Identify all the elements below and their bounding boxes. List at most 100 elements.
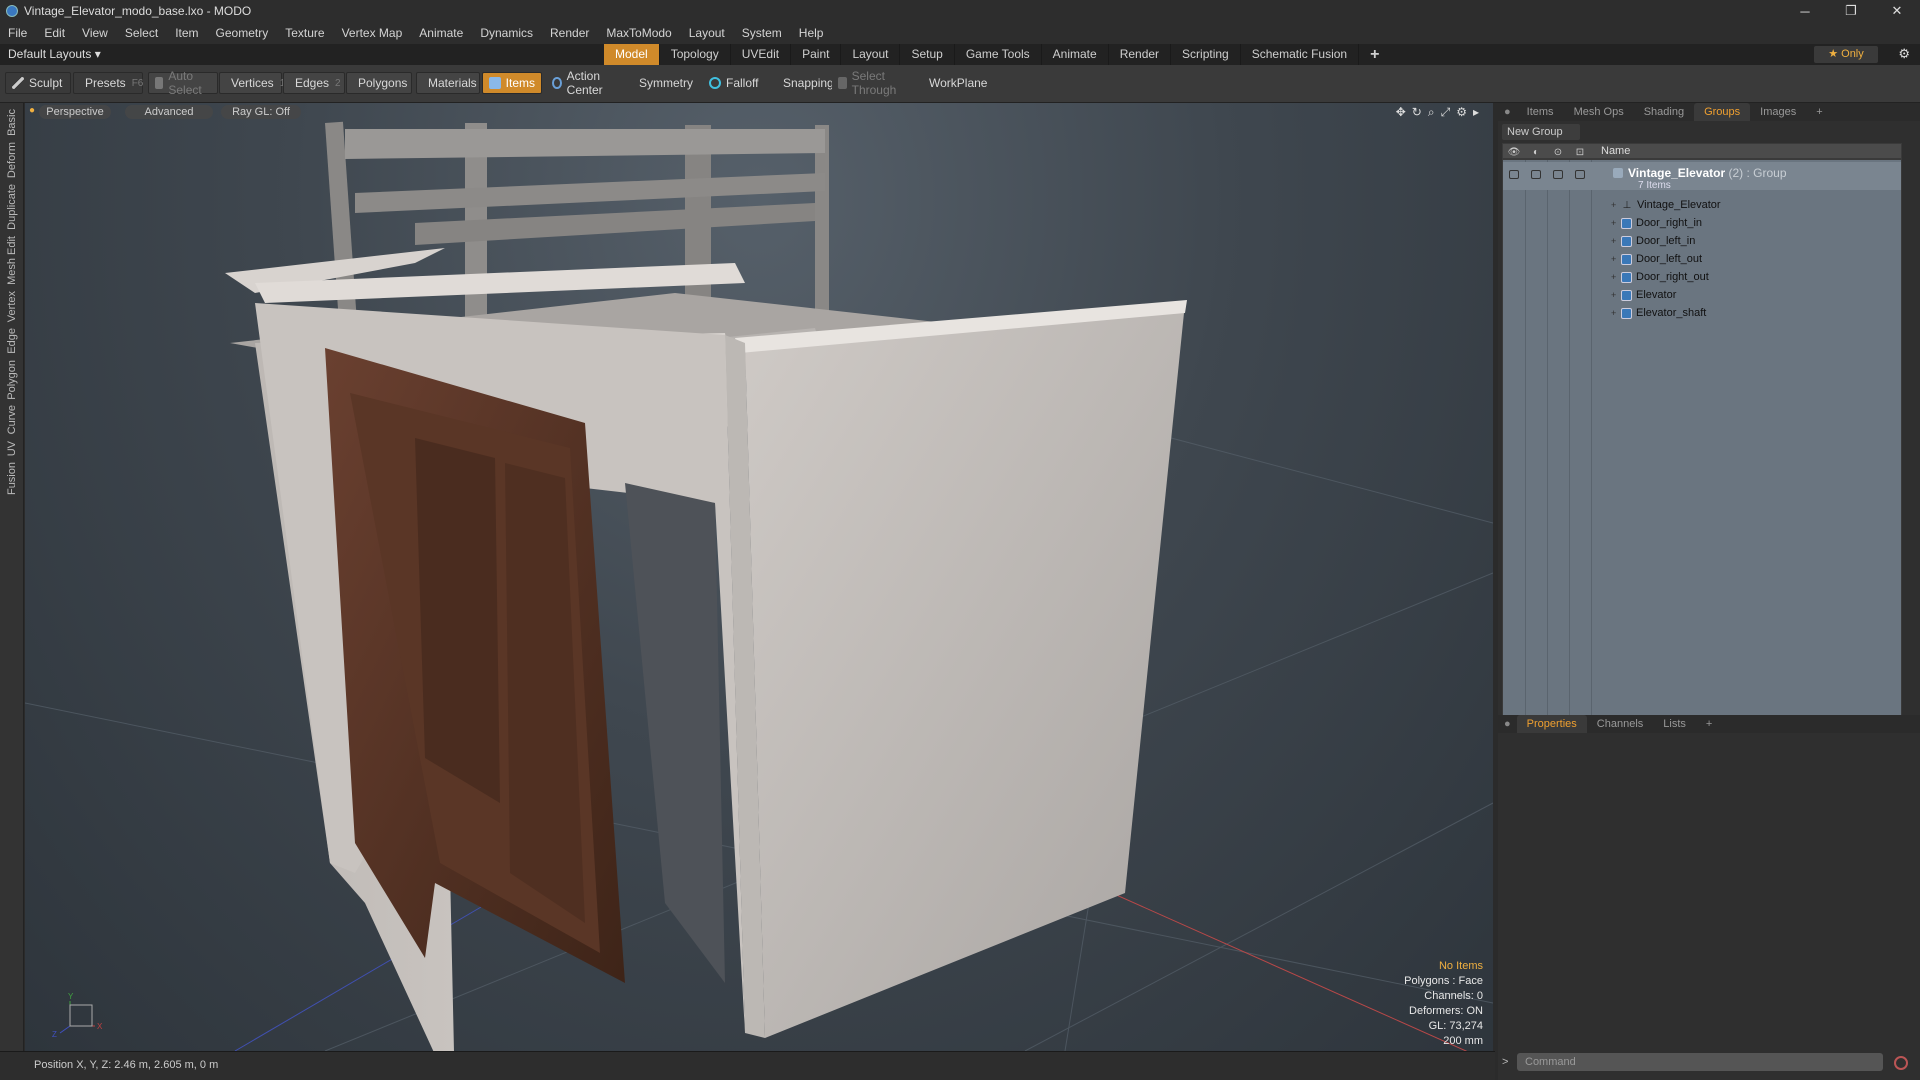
viewport-expand-icon[interactable]: ▸ xyxy=(1473,105,1479,120)
restore-button[interactable]: ❐ xyxy=(1828,0,1874,22)
list-item[interactable]: + Door_right_in xyxy=(1611,214,1702,232)
list-item[interactable]: + ⊥ Vintage_Elevator xyxy=(1611,196,1721,214)
polygons-button[interactable]: Polygons xyxy=(346,72,412,94)
menu-texture[interactable]: Texture xyxy=(285,26,324,40)
menu-layout[interactable]: Layout xyxy=(689,26,725,40)
tab-items[interactable]: Items xyxy=(1517,103,1564,121)
tab-properties[interactable]: Properties xyxy=(1516,715,1587,733)
list-item[interactable]: + Elevator_shaft xyxy=(1611,304,1706,322)
expand-icon[interactable]: + xyxy=(1611,236,1616,246)
vertices-button[interactable]: Vertices 1 xyxy=(219,72,285,94)
left-tab-uv[interactable]: UV xyxy=(6,441,18,456)
tab-schematic-fusion[interactable]: Schematic Fusion xyxy=(1241,44,1360,65)
only-button[interactable]: ★ Only xyxy=(1814,46,1878,63)
tab-setup[interactable]: Setup xyxy=(900,44,955,65)
visibility-toggle[interactable] xyxy=(1509,170,1519,179)
expand-icon[interactable]: + xyxy=(1611,272,1616,282)
menu-geometry[interactable]: Geometry xyxy=(216,26,269,40)
add-panel-tab-button[interactable]: + xyxy=(1696,715,1722,733)
left-tab-fusion[interactable]: Fusion xyxy=(6,462,18,495)
command-input[interactable]: Command xyxy=(1517,1053,1883,1071)
expand-icon[interactable]: + xyxy=(1611,308,1616,318)
left-tab-vertex[interactable]: Vertex xyxy=(6,291,18,322)
tab-uvedit[interactable]: UVEdit xyxy=(731,44,792,65)
menu-help[interactable]: Help xyxy=(799,26,824,40)
new-group-button[interactable]: New Group xyxy=(1502,124,1580,140)
menu-edit[interactable]: Edit xyxy=(44,26,65,40)
close-button[interactable]: ✕ xyxy=(1874,0,1920,22)
menu-maxtomodo[interactable]: MaxToModo xyxy=(606,26,671,40)
expand-icon[interactable]: + xyxy=(1611,254,1616,264)
shading-dropdown[interactable]: Advanced xyxy=(125,105,213,119)
record-macro-icon[interactable] xyxy=(1894,1056,1908,1070)
menu-render[interactable]: Render xyxy=(550,26,589,40)
tab-images[interactable]: Images xyxy=(1750,103,1806,121)
list-item[interactable]: + Door_right_out xyxy=(1611,268,1709,286)
tab-game-tools[interactable]: Game Tools xyxy=(955,44,1042,65)
menu-select[interactable]: Select xyxy=(125,26,158,40)
group-row[interactable]: Vintage_Elevator (2) : Group 7 Items xyxy=(1503,162,1901,191)
name-column-header[interactable]: Name xyxy=(1601,145,1630,157)
tab-paint[interactable]: Paint xyxy=(791,44,842,65)
left-tab-polygon[interactable]: Polygon xyxy=(6,360,18,400)
expand-icon[interactable]: + xyxy=(1611,290,1616,300)
materials-button[interactable]: Materials xyxy=(416,72,480,94)
zoom-icon[interactable]: ⌕ xyxy=(1428,105,1435,120)
add-tab-button[interactable]: + xyxy=(1359,44,1390,65)
tab-scripting[interactable]: Scripting xyxy=(1171,44,1241,65)
view-type-dropdown[interactable]: Perspective xyxy=(39,105,111,119)
action-center-button[interactable]: Action Center xyxy=(546,69,624,97)
menu-system[interactable]: System xyxy=(742,26,782,40)
select-through-button[interactable]: Select Through xyxy=(832,69,916,97)
pan-icon[interactable]: ✥ xyxy=(1396,105,1406,120)
left-tab-mesh-edit[interactable]: Mesh Edit xyxy=(6,236,18,285)
list-item[interactable]: + Door_left_in xyxy=(1611,232,1695,250)
tab-groups[interactable]: Groups xyxy=(1694,103,1751,121)
list-item[interactable]: + Elevator xyxy=(1611,286,1676,304)
select-toggle[interactable] xyxy=(1575,170,1585,179)
render-toggle[interactable] xyxy=(1531,170,1541,179)
panel-menu-icon[interactable]: ● xyxy=(1498,715,1517,733)
left-tab-deform[interactable]: Deform xyxy=(6,142,18,178)
items-button[interactable]: Items xyxy=(482,72,542,94)
tab-shading[interactable]: Shading xyxy=(1634,103,1694,121)
left-tab-duplicate[interactable]: Duplicate xyxy=(6,184,18,230)
raygl-toggle[interactable]: Ray GL: Off xyxy=(221,105,301,119)
menu-item[interactable]: Item xyxy=(175,26,198,40)
layout-dropdown[interactable]: Default Layouts ▾ xyxy=(8,47,101,61)
menu-vertex-map[interactable]: Vertex Map xyxy=(342,26,403,40)
menu-file[interactable]: File xyxy=(8,26,27,40)
viewport-menu-icon[interactable]: ● xyxy=(29,105,35,116)
menu-animate[interactable]: Animate xyxy=(419,26,463,40)
rotate-icon[interactable]: ↻ xyxy=(1412,105,1422,120)
list-item[interactable]: + Door_left_out xyxy=(1611,250,1702,268)
menu-view[interactable]: View xyxy=(82,26,108,40)
falloff-button[interactable]: Falloff xyxy=(703,72,768,94)
viewport-gear-icon[interactable]: ⚙ xyxy=(1456,105,1467,120)
edges-button[interactable]: Edges 2 xyxy=(283,72,345,94)
left-tab-curve[interactable]: Curve xyxy=(6,405,18,434)
tab-mesh-ops[interactable]: Mesh Ops xyxy=(1564,103,1634,121)
snapping-button[interactable]: Snapping xyxy=(772,72,834,94)
3d-viewport[interactable]: ● Perspective Advanced Ray GL: Off ✥ ↻ ⌕… xyxy=(25,103,1493,1051)
expand-icon[interactable]: + xyxy=(1611,200,1616,210)
tab-render[interactable]: Render xyxy=(1109,44,1172,65)
gear-icon[interactable]: ⚙ xyxy=(1898,46,1910,62)
add-panel-tab-button[interactable]: + xyxy=(1806,103,1832,121)
tab-lists[interactable]: Lists xyxy=(1653,715,1696,733)
lock-toggle[interactable] xyxy=(1553,170,1563,179)
menu-dynamics[interactable]: Dynamics xyxy=(480,26,533,40)
tab-animate[interactable]: Animate xyxy=(1042,44,1109,65)
tab-layout[interactable]: Layout xyxy=(841,44,901,65)
left-tab-basic[interactable]: Basic xyxy=(6,109,18,136)
left-tab-edge[interactable]: Edge xyxy=(6,328,18,354)
tab-model[interactable]: Model xyxy=(604,44,660,65)
presets-button[interactable]: Presets F6 xyxy=(73,72,143,94)
tab-channels[interactable]: Channels xyxy=(1587,715,1653,733)
panel-menu-icon[interactable]: ● xyxy=(1498,103,1517,121)
symmetry-button[interactable]: Symmetry xyxy=(628,72,698,94)
workplane-button[interactable]: WorkPlane xyxy=(918,72,988,94)
sculpt-button[interactable]: Sculpt xyxy=(5,72,71,94)
auto-select-button[interactable]: Auto Select xyxy=(148,69,218,97)
tab-topology[interactable]: Topology xyxy=(660,44,731,65)
